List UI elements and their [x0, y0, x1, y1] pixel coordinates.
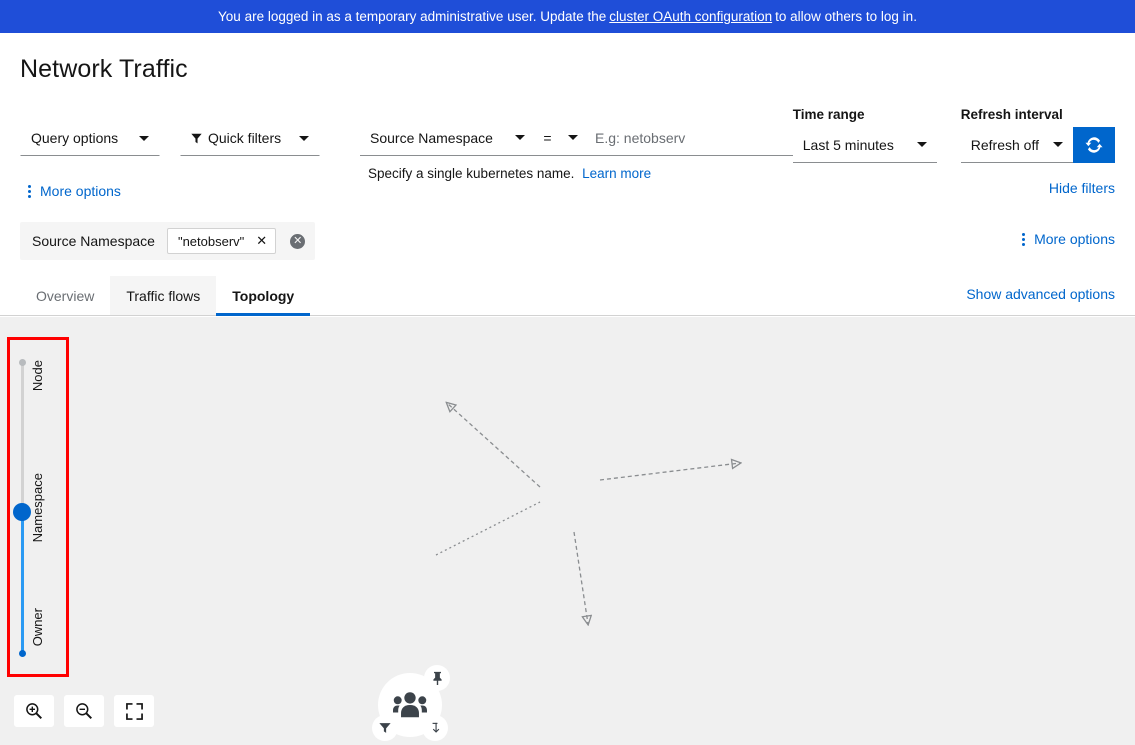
- filter-helper-message: Specify a single kubernetes name.: [368, 166, 575, 181]
- quick-filters-dropdown[interactable]: Quick filters: [180, 120, 320, 156]
- tab-topology-label: Topology: [232, 287, 295, 304]
- edge-openshift-dns-to-netobserv: [435, 501, 541, 556]
- show-advanced-options-link[interactable]: Show advanced options: [966, 286, 1115, 302]
- refresh-interval-dropdown[interactable]: Refresh off: [960, 127, 1073, 163]
- kebab-icon: [28, 184, 31, 198]
- filter-helper-text: Specify a single kubernetes name. Learn …: [360, 166, 651, 181]
- chevron-down-icon: [567, 135, 578, 140]
- step-into-icon: [432, 722, 439, 733]
- group-icon: [393, 692, 427, 718]
- time-and-refresh-controls: Time range Last 5 minutes Refresh interv…: [769, 55, 1115, 163]
- hide-filters-link[interactable]: Hide filters: [1049, 180, 1115, 196]
- refresh-interval-label: Refresh interval: [960, 107, 1063, 122]
- more-options-link[interactable]: More options: [28, 183, 121, 199]
- scope-slider-fill: [21, 512, 24, 654]
- time-range-dropdown[interactable]: Last 5 minutes: [792, 127, 937, 163]
- clear-all-filters-icon[interactable]: ✕: [290, 233, 306, 249]
- banner-text-before: You are logged in as a temporary adminis…: [218, 9, 607, 24]
- page-header: Network Traffic Query options Quick filt…: [0, 55, 1135, 196]
- active-filter-category: Source Namespace: [32, 233, 155, 249]
- chevron-down-icon: [916, 142, 927, 147]
- scope-label-namespace[interactable]: Namespace: [30, 473, 45, 542]
- more-options-right-label: More options: [1034, 231, 1115, 247]
- zoom-out-button[interactable]: [64, 695, 104, 727]
- topology-view-controls: [14, 695, 154, 727]
- close-icon[interactable]: ✕: [256, 233, 267, 249]
- time-range-block: Time range Last 5 minutes: [792, 55, 937, 163]
- edge-netobserv-to-openshift-monitoring: [599, 463, 740, 481]
- funnel-icon: [379, 723, 391, 733]
- scope-slider-tick-node[interactable]: [19, 359, 26, 366]
- filter-column-dropdown[interactable]: Source Namespace: [360, 120, 535, 156]
- chevron-down-icon: [515, 135, 525, 140]
- learn-more-link[interactable]: Learn more: [582, 166, 651, 181]
- query-options-label: Query options: [31, 130, 119, 146]
- quick-filters-label: Quick filters: [208, 130, 282, 146]
- refresh-interval-value: Refresh off: [970, 136, 1039, 153]
- topology-edges-layer: [435, 317, 1135, 745]
- fit-to-screen-icon: [125, 702, 143, 720]
- scope-slider-tick-owner[interactable]: [19, 650, 26, 657]
- kebab-icon: [1022, 232, 1026, 246]
- topology-node-openshift-console[interactable]: [372, 665, 450, 741]
- tab-traffic-flows-label: Traffic flows: [126, 287, 201, 304]
- refresh-interval-block: Refresh interval Refresh off: [960, 55, 1115, 163]
- active-filters-bar: Source Namespace "netobserv" ✕ ✕: [20, 222, 316, 260]
- topology-canvas[interactable]: NS openshift-console Bps: [0, 317, 1135, 745]
- chevron-down-icon: [139, 135, 149, 141]
- refresh-now-button[interactable]: [1073, 127, 1115, 163]
- tab-overview[interactable]: Overview: [20, 276, 110, 315]
- tab-topology[interactable]: Topology: [216, 276, 311, 316]
- pin-node-button[interactable]: [424, 665, 450, 691]
- admin-notice-banner: You are logged in as a temporary adminis…: [0, 0, 1135, 33]
- scope-slider-highlight: Node Namespace Owner: [7, 337, 69, 677]
- scope-slider-thumb[interactable]: [13, 503, 31, 521]
- edge-netobserv-to-unknown: [573, 531, 588, 624]
- pin-icon: [432, 671, 442, 685]
- query-options-dropdown[interactable]: Query options: [20, 120, 160, 156]
- chevron-down-icon: [1053, 142, 1063, 147]
- filter-operator-value: =: [535, 120, 560, 156]
- time-range-label: Time range: [792, 107, 865, 122]
- edge-netobserv-to-openshift-console: [447, 403, 541, 488]
- funnel-icon: [191, 133, 202, 143]
- tab-overview-label: Overview: [36, 287, 95, 304]
- zoom-in-icon: [26, 703, 43, 720]
- cluster-oauth-configuration-link[interactable]: cluster OAuth configuration: [609, 9, 772, 24]
- filter-value-input[interactable]: [585, 120, 800, 156]
- filter-node-button[interactable]: [372, 715, 398, 741]
- tab-traffic-flows[interactable]: Traffic flows: [110, 276, 217, 315]
- active-filter-chip-value: "netobserv": [177, 233, 245, 249]
- time-range-value: Last 5 minutes: [802, 136, 894, 153]
- banner-text-after: to allow others to log in.: [775, 9, 917, 24]
- step-into-node-button[interactable]: [422, 715, 448, 741]
- refresh-icon: [1085, 137, 1103, 153]
- tab-bar: Overview Traffic flows Topology: [0, 276, 1135, 316]
- zoom-in-button[interactable]: [14, 695, 54, 727]
- filter-operator-label: =: [543, 129, 552, 146]
- scope-label-node[interactable]: Node: [30, 360, 45, 391]
- filter-operator-dropdown[interactable]: [560, 120, 585, 156]
- active-filter-chip[interactable]: "netobserv" ✕: [166, 228, 277, 254]
- scope-label-owner[interactable]: Owner: [30, 608, 45, 646]
- filter-column-label: Source Namespace: [370, 129, 493, 146]
- zoom-out-icon: [76, 703, 93, 720]
- fit-to-screen-button[interactable]: [114, 695, 154, 727]
- chevron-down-icon: [299, 135, 309, 141]
- more-options-label: More options: [40, 183, 121, 199]
- more-options-right-link[interactable]: More options: [1022, 231, 1115, 247]
